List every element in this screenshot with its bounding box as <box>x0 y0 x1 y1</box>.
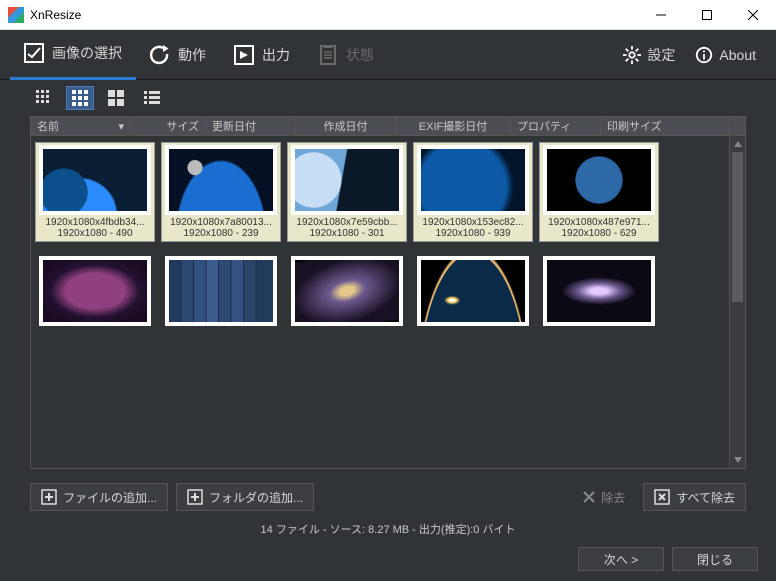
thumb-info: 1920x1080 - 939 <box>435 228 510 239</box>
thumb-info: 1920x1080 - 301 <box>309 228 384 239</box>
col-created[interactable]: 作成日付 <box>296 117 396 135</box>
footer-buttons: 次へ > 閉じる <box>0 541 776 581</box>
remove-icon <box>583 491 595 503</box>
thumbnail-item[interactable]: 1920x1080x7a80013...1920x1080 - 239 <box>161 142 281 242</box>
window-title: XnResize <box>30 8 638 22</box>
thumb-info: 1920x1080 - 239 <box>183 228 258 239</box>
thumb-info: 1920x1080 - 490 <box>57 228 132 239</box>
col-exifdate[interactable]: EXIF撮影日付 <box>396 117 511 135</box>
thumb-filename: 1920x1080x487e971... <box>548 217 650 228</box>
col-printsize[interactable]: 印刷サイズ <box>601 117 729 135</box>
sort-indicator: ▾ <box>118 120 124 133</box>
gear-icon <box>623 46 641 64</box>
status-icon <box>318 45 338 65</box>
status-bar: 14 ファイル - ソース: 8.27 MB - 出力(推定):0 バイト <box>0 517 776 541</box>
col-name[interactable]: 名前▾ <box>31 117 131 135</box>
col-props[interactable]: プロパティ <box>511 117 601 135</box>
thumbnail-item[interactable] <box>35 254 155 328</box>
thumbnail-item[interactable] <box>413 254 533 328</box>
vertical-scrollbar[interactable] <box>729 136 745 468</box>
thumb-filename: 1920x1080x4fbdb34... <box>46 217 145 228</box>
action-icon <box>150 45 170 65</box>
tab-output[interactable]: 出力 <box>220 30 304 80</box>
info-icon <box>695 46 713 64</box>
view-small-grid[interactable] <box>30 86 58 110</box>
output-icon <box>234 45 254 65</box>
close-button[interactable] <box>730 0 776 30</box>
column-headers[interactable]: 名前▾ サイズ 更新日付 作成日付 EXIF撮影日付 プロパティ 印刷サイズ <box>30 116 746 136</box>
add-file-button[interactable]: ファイルの追加... <box>30 483 168 511</box>
thumb-info: 1920x1080 - 629 <box>561 228 636 239</box>
tab-select-images[interactable]: 画像の選択 <box>10 30 136 80</box>
tab-output-label: 出力 <box>262 45 290 65</box>
col-size[interactable]: サイズ <box>131 117 206 135</box>
add-folder-button[interactable]: フォルダの追加... <box>176 483 314 511</box>
scroll-up-icon[interactable] <box>730 136 746 152</box>
maximize-button[interactable] <box>684 0 730 30</box>
tab-action-label: 動作 <box>178 45 206 65</box>
add-folder-label: フォルダの追加... <box>209 489 303 506</box>
thumbnail-item[interactable]: 1920x1080x7e59cbb...1920x1080 - 301 <box>287 142 407 242</box>
view-large-grid[interactable] <box>102 86 130 110</box>
action-bar: ファイルの追加... フォルダの追加... 除去 すべて除去 <box>0 477 776 517</box>
tab-status-label: 状態 <box>346 45 374 65</box>
next-button[interactable]: 次へ > <box>578 547 664 571</box>
remove-all-button[interactable]: すべて除去 <box>643 483 746 511</box>
titlebar[interactable]: XnResize <box>0 0 776 30</box>
scroll-down-icon[interactable] <box>730 452 746 468</box>
scrollbar-thumb[interactable] <box>732 152 743 302</box>
remove-all-label: すべて除去 <box>676 489 735 506</box>
settings-button[interactable]: 設定 <box>613 30 685 80</box>
remove-all-icon <box>654 489 670 505</box>
thumbnail-item[interactable]: 1920x1080x487e971...1920x1080 - 629 <box>539 142 659 242</box>
col-modified[interactable]: 更新日付 <box>206 117 296 135</box>
thumbnail-grid[interactable]: 1920x1080x4fbdb34...1920x1080 - 4901920x… <box>31 136 729 468</box>
view-list[interactable] <box>138 86 166 110</box>
thumb-filename: 1920x1080x153ec82... <box>422 217 523 228</box>
about-label: About <box>719 47 756 63</box>
tab-action[interactable]: 動作 <box>136 30 220 80</box>
tab-select-label: 画像の選択 <box>52 43 122 63</box>
remove-label: 除去 <box>601 489 625 506</box>
view-toolbar <box>0 80 776 116</box>
thumbnail-item[interactable] <box>287 254 407 328</box>
remove-button[interactable]: 除去 <box>573 483 635 511</box>
app-icon <box>8 7 24 23</box>
add-file-label: ファイルの追加... <box>63 489 157 506</box>
about-button[interactable]: About <box>685 30 766 80</box>
thumb-filename: 1920x1080x7a80013... <box>170 217 272 228</box>
select-icon <box>24 43 44 63</box>
thumbnail-item[interactable] <box>161 254 281 328</box>
col-scroll-spacer <box>729 117 745 135</box>
thumb-filename: 1920x1080x7e59cbb... <box>296 217 397 228</box>
close-app-button[interactable]: 閉じる <box>672 547 758 571</box>
add-folder-icon <box>187 489 203 505</box>
minimize-button[interactable] <box>638 0 684 30</box>
settings-label: 設定 <box>647 45 675 65</box>
view-medium-grid[interactable] <box>66 86 94 110</box>
thumbnail-item[interactable] <box>539 254 659 328</box>
thumbnail-item[interactable]: 1920x1080x4fbdb34...1920x1080 - 490 <box>35 142 155 242</box>
main-tabs: 画像の選択 動作 出力 状態 設定 About <box>0 30 776 80</box>
tab-status: 状態 <box>304 30 388 80</box>
thumbnail-item[interactable]: 1920x1080x153ec82...1920x1080 - 939 <box>413 142 533 242</box>
add-file-icon <box>41 489 57 505</box>
